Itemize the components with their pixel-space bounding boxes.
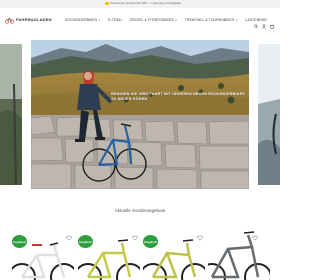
cart-icon[interactable] (270, 16, 274, 29)
carousel-prev-slide[interactable] (0, 44, 22, 185)
product-image (208, 231, 270, 280)
product-card[interactable]: Angebot! (78, 225, 140, 280)
account-icon[interactable] (262, 16, 266, 29)
nav-item-label: ROCKRIDERBIKES (65, 18, 98, 22)
bike-logo-icon (5, 16, 14, 24)
search-icon[interactable] (254, 16, 258, 29)
top-promo-bar: Kostenlose Versand ab 50€ — Lieferung & … (0, 0, 280, 8)
product-image (78, 239, 140, 280)
nav-item-trekking[interactable]: TREKKING- & TOURENBIKES ▾ (185, 18, 238, 22)
chevron-down-icon: ▾ (98, 18, 101, 22)
product-image (143, 239, 205, 280)
promo-text: Kostenlose Versand ab 50€ — Lieferung & … (110, 1, 182, 5)
product-card[interactable] (208, 225, 270, 280)
section-title: Aktuelle Sonderangebote (114, 208, 166, 213)
product-card[interactable]: Angebot! (12, 225, 74, 280)
hero-image (31, 40, 249, 189)
hero-slide[interactable] (31, 40, 249, 189)
nav-item-cross-fitness[interactable]: CROSS- & FITNESSBIKES ▾ (130, 18, 177, 22)
site-logo[interactable]: FAHRRADLADEN (5, 15, 52, 24)
chevron-down-icon: ▾ (175, 18, 177, 22)
nav-item-rockriderbikes[interactable]: ROCKRIDERBIKES ▾ (65, 18, 100, 22)
product-carousel: Angebot! Angebot! Angebot! (0, 225, 280, 280)
chevron-down-icon: ▾ (235, 18, 238, 22)
hero-caption: BRINGEN SIE IHRE FAHRT MIT UNSEREN NEUEN… (111, 92, 245, 101)
nav-item-label: TREKKING- & TOURENBIKES (184, 18, 235, 22)
product-card[interactable]: Angebot! (143, 225, 205, 280)
product-image (12, 242, 74, 280)
header-icons (254, 16, 274, 29)
nav-item-label: E-TRAD (108, 18, 122, 22)
carousel-next-slide[interactable] (258, 44, 280, 185)
nav-item-label: CROSS- & FITNESSBIKES (129, 18, 174, 22)
logo-text: FAHRRADLADEN (16, 17, 52, 22)
main-nav: ROCKRIDERBIKES ▾ E-TRAD CROSS- & FITNESSB… (65, 17, 275, 23)
truck-icon (105, 2, 109, 5)
nav-item-etrad[interactable]: E-TRAD (108, 18, 121, 22)
